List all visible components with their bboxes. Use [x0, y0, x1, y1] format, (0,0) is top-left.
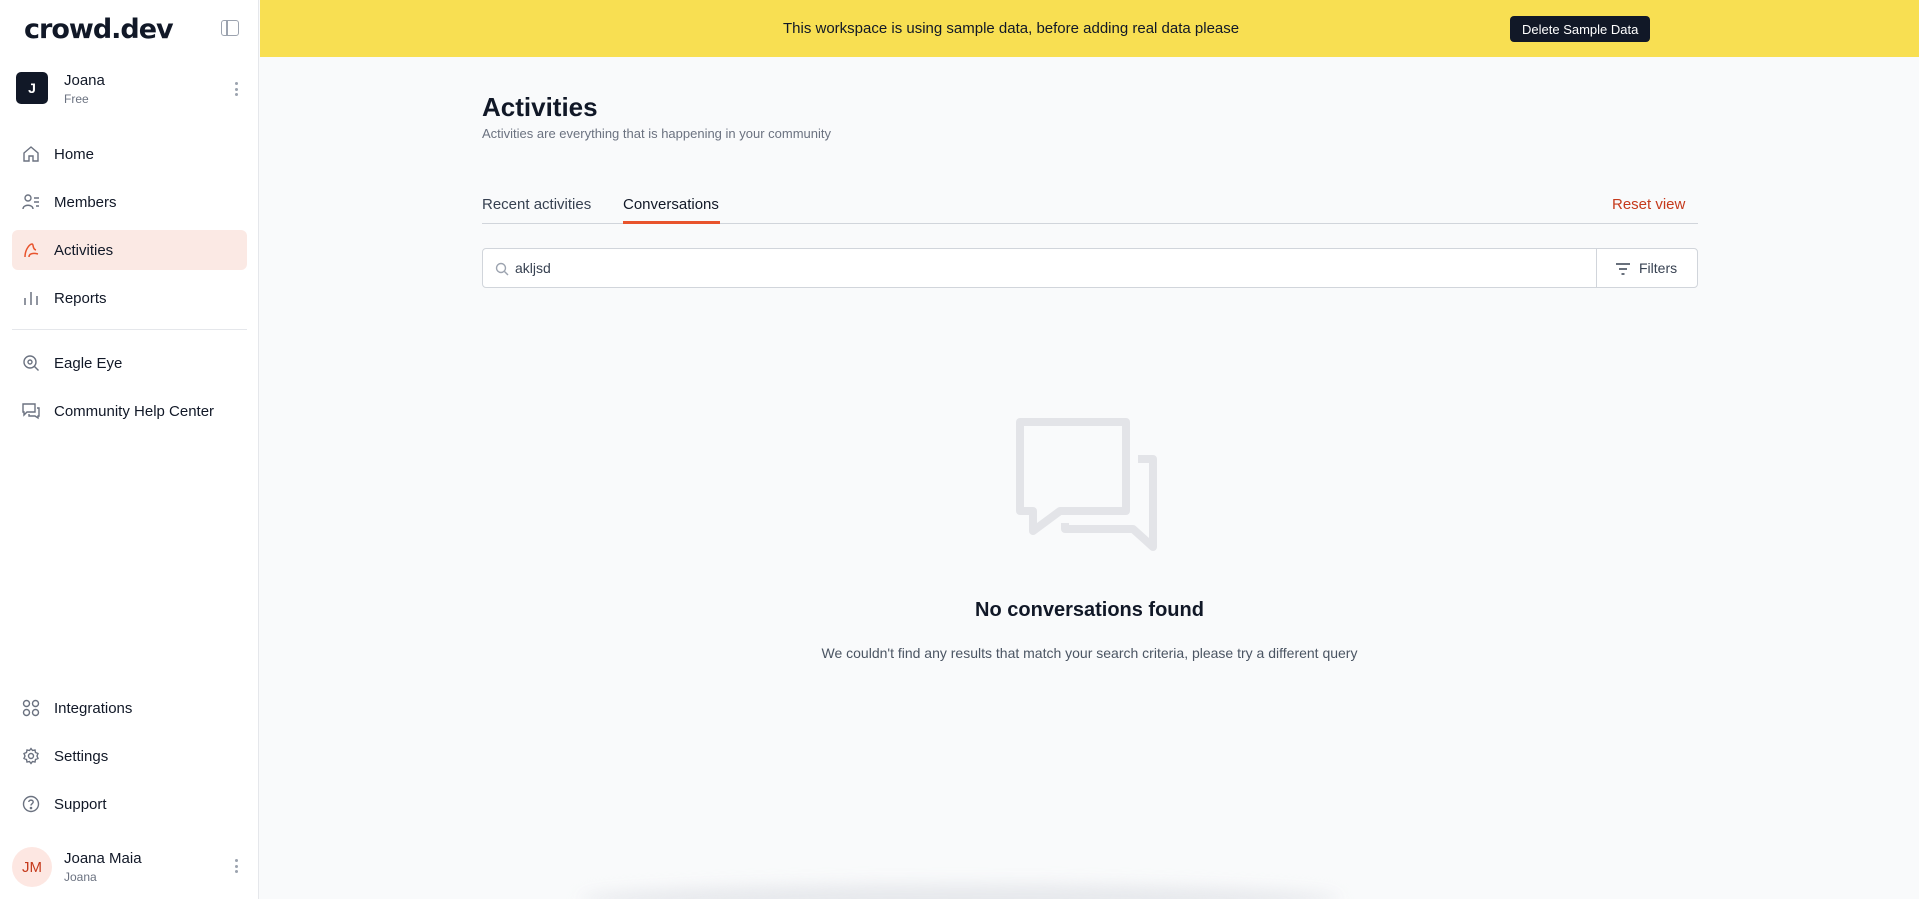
sidebar-item-settings[interactable]: Settings: [12, 736, 247, 776]
search-field[interactable]: [482, 248, 1597, 288]
sidebar-item-activities[interactable]: Activities: [12, 230, 247, 270]
sidebar-item-label: Settings: [54, 747, 109, 765]
sidebar-item-label: Members: [54, 193, 117, 211]
workspace-plan: Free: [64, 92, 89, 106]
sidebar-item-label: Eagle Eye: [54, 354, 123, 372]
sidebar-item-integrations[interactable]: Integrations: [12, 688, 247, 728]
sample-data-banner: This workspace is using sample data, bef…: [260, 0, 1919, 57]
search-input[interactable]: [515, 258, 1575, 278]
sidebar-item-eagle-eye[interactable]: Eagle Eye: [12, 343, 247, 383]
reports-icon: [24, 292, 38, 305]
page-subtitle: Activities are everything that is happen…: [482, 126, 832, 141]
workspace-switcher[interactable]: J Joana Free: [16, 72, 244, 106]
tab-recent-activities[interactable]: Recent activities: [482, 196, 591, 213]
user-menu[interactable]: JM Joana Maia Joana: [12, 847, 247, 887]
home-icon: [23, 146, 39, 162]
filters-label: Filters: [1639, 260, 1678, 276]
workspace-avatar: J: [16, 72, 48, 104]
reset-view-link[interactable]: Reset view: [1612, 196, 1685, 213]
empty-state-title: No conversations found: [975, 599, 1204, 621]
app-logo[interactable]: crowd.dev: [24, 14, 174, 45]
tab-conversations[interactable]: Conversations: [623, 196, 719, 213]
workspace-menu-icon[interactable]: [234, 82, 238, 98]
conversations-empty-icon: [1016, 418, 1157, 551]
search-icon: [495, 262, 509, 276]
sidebar-item-support[interactable]: Support: [12, 784, 247, 824]
avatar: JM: [12, 847, 52, 887]
integrations-icon: [22, 699, 40, 717]
user-menu-icon[interactable]: [234, 859, 238, 875]
sidebar-item-label: Integrations: [54, 699, 133, 717]
page-title: Activities: [482, 92, 598, 122]
active-tab-indicator: [623, 221, 720, 224]
sidebar-item-members[interactable]: Members: [12, 182, 247, 222]
bottom-shadow: [580, 884, 1340, 899]
collapse-sidebar-button[interactable]: [221, 20, 239, 36]
banner-text: This workspace is using sample data, bef…: [783, 20, 1240, 37]
sidebar-item-label: Home: [54, 145, 95, 163]
activities-icon: [24, 243, 39, 258]
filters-button[interactable]: Filters: [1596, 248, 1698, 288]
support-icon: [22, 795, 40, 813]
sidebar-divider: [12, 329, 247, 330]
settings-icon: [23, 747, 39, 765]
sidebar-item-label: Reports: [54, 289, 107, 307]
sidebar-item-home[interactable]: Home: [12, 134, 247, 174]
user-handle: Joana: [64, 870, 97, 884]
help-center-icon: [22, 403, 40, 420]
user-name: Joana Maia: [64, 850, 142, 867]
sidebar: crowd.dev J Joana Free Home Members Acti…: [0, 0, 259, 899]
sidebar-item-label: Support: [54, 795, 107, 813]
workspace-name: Joana: [64, 72, 105, 89]
sidebar-item-label: Activities: [54, 241, 114, 259]
sidebar-item-label: Community Help Center: [54, 402, 215, 420]
sidebar-item-reports[interactable]: Reports: [12, 278, 247, 318]
empty-state-subtitle: We couldn't find any results that match …: [821, 645, 1358, 661]
filter-icon: [1616, 263, 1630, 275]
members-icon: [22, 194, 39, 210]
eagle-eye-icon: [23, 355, 39, 371]
sidebar-item-community-help-center[interactable]: Community Help Center: [12, 391, 247, 431]
delete-sample-data-button[interactable]: Delete Sample Data: [1510, 16, 1651, 42]
